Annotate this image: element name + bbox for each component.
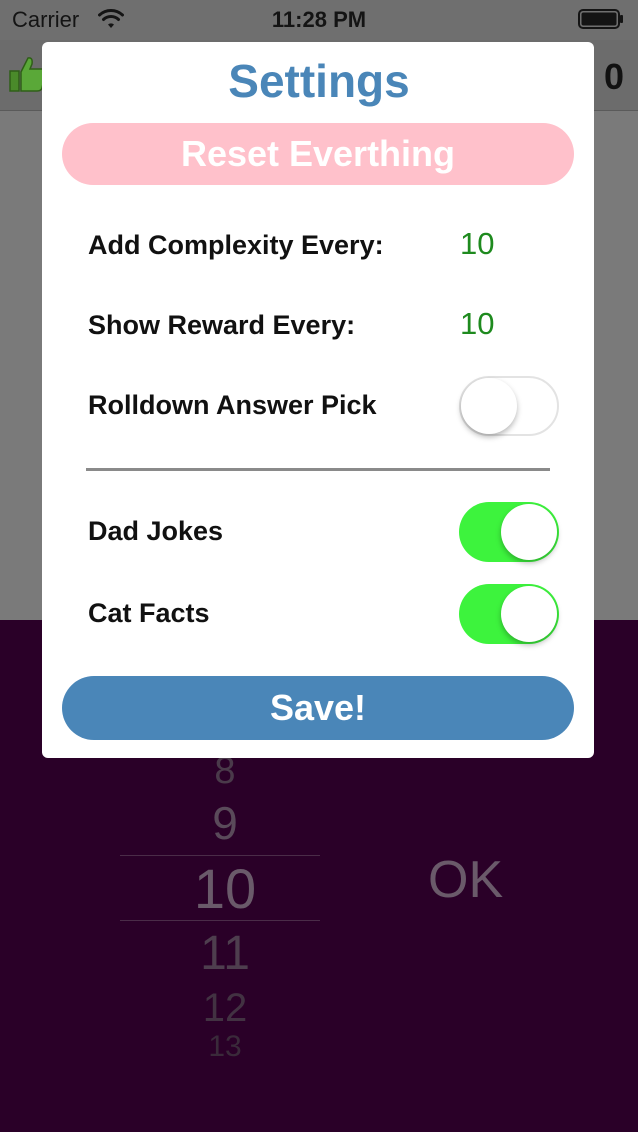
toggle-knob — [461, 378, 517, 434]
settings-title: Settings — [228, 55, 410, 107]
reset-everything-button[interactable]: Reset Everthing — [62, 123, 574, 185]
rolldown-answer-pick-toggle[interactable] — [459, 376, 559, 436]
toggle-knob — [501, 586, 557, 642]
show-reward-value[interactable]: 10 — [460, 306, 494, 342]
status-time: 11:28 PM — [271, 7, 367, 32]
save-button[interactable]: Save! — [62, 676, 574, 740]
picker-item[interactable]: 9 — [150, 796, 300, 850]
show-reward-label: Show Reward Every: — [88, 310, 356, 340]
picker-item[interactable]: 13 — [150, 1030, 300, 1064]
cat-facts-label: Cat Facts — [88, 598, 210, 628]
picker-item[interactable]: 12 — [150, 986, 300, 1031]
toggle-knob — [501, 504, 557, 560]
ok-button[interactable]: OK — [428, 850, 503, 910]
add-complexity-value[interactable]: 10 — [460, 226, 494, 262]
dad-jokes-label: Dad Jokes — [88, 516, 224, 546]
status-bar: Carrier 11:28 PM — [0, 0, 638, 40]
cat-facts-toggle[interactable] — [459, 584, 559, 644]
dad-jokes-toggle[interactable] — [459, 502, 559, 562]
add-complexity-label: Add Complexity Every: — [88, 230, 384, 260]
divider — [86, 468, 550, 471]
rolldown-answer-pick-label: Rolldown Answer Pick — [88, 390, 377, 420]
picker-item-selected[interactable]: 10 — [150, 856, 300, 921]
number-picker[interactable]: 8 9 10 11 12 13 — [150, 740, 310, 1080]
battery-icon — [578, 9, 623, 29]
picker-item[interactable]: 11 — [150, 926, 300, 981]
